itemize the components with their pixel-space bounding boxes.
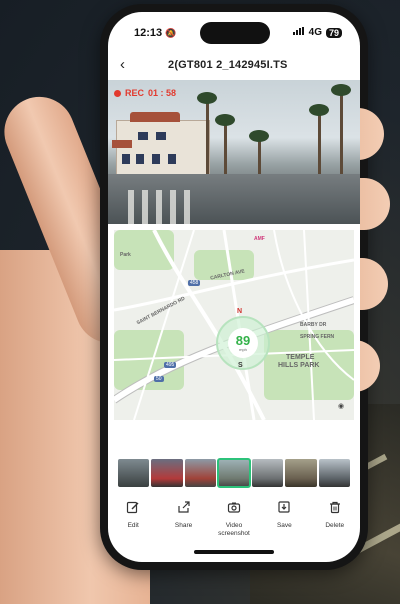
chevron-left-icon[interactable]: ‹ <box>120 56 125 73</box>
save-label: Save <box>276 522 292 529</box>
speed-value: 89 <box>235 332 251 348</box>
speed-indicator: 89 mph <box>216 316 270 370</box>
map-label: TEMPLE <box>286 354 315 361</box>
locate-icon[interactable]: ◉ <box>338 402 344 410</box>
edit-label: Edit <box>127 522 139 529</box>
palm-top <box>197 92 217 104</box>
crosswalk <box>128 190 134 224</box>
crosswalk <box>156 190 162 224</box>
rec-time: 01 : 58 <box>148 88 177 98</box>
edit-button[interactable]: Edit <box>110 500 156 544</box>
status-time: 12:13 🔕 <box>134 27 176 39</box>
map-view[interactable]: Park CARLTON AVE SAINT BERNARDO RD BARBY… <box>114 230 354 420</box>
highway-shield: 458 <box>188 280 201 286</box>
speed-unit: mph <box>239 346 247 352</box>
palm-trunk <box>206 98 209 178</box>
delete-button[interactable]: Delete <box>312 500 358 544</box>
bell-muted-icon: 🔕 <box>165 28 177 38</box>
map-label: HILLS PARK <box>278 362 320 369</box>
map-label: AMF <box>254 236 265 242</box>
thumbnail[interactable] <box>118 459 150 487</box>
share-icon <box>177 500 191 519</box>
palm-top <box>309 104 329 116</box>
share-button[interactable]: Share <box>161 500 207 544</box>
rec-indicator: REC 01 : 58 <box>114 88 176 98</box>
map-label: Park <box>120 252 131 258</box>
thumbnail[interactable] <box>318 459 350 487</box>
nav-bar: ‹ 2(GT801 2_142945I.TS <box>108 54 360 78</box>
window <box>156 132 166 140</box>
network-label: 4G <box>308 27 322 38</box>
thumbnail-strip <box>118 458 350 489</box>
thumbnail[interactable] <box>285 459 317 487</box>
window <box>122 154 130 164</box>
roof <box>130 112 180 122</box>
camera-icon <box>227 500 241 519</box>
palm-top <box>249 130 269 142</box>
map-label: SPRING FERN <box>300 334 335 340</box>
battery-icon: 79 <box>325 27 342 38</box>
window <box>138 132 148 140</box>
phone-screen: 12:13 🔕 4G 79 ‹ 2(GT801 2_142945I.TS REC… <box>108 12 360 562</box>
palm-top <box>215 114 235 126</box>
window <box>136 154 144 164</box>
speed-inner: 89 mph <box>228 328 258 358</box>
palm-trunk <box>340 88 343 180</box>
crosswalk <box>142 190 148 224</box>
signal-icon <box>292 27 305 38</box>
status-time-text: 12:13 <box>134 27 163 39</box>
page-title: 2(GT801 2_142945I.TS <box>168 59 288 71</box>
crosswalk <box>170 190 176 224</box>
video-player[interactable]: REC 01 : 58 <box>108 80 360 224</box>
save-button[interactable]: Save <box>261 500 307 544</box>
thumbnail-selected[interactable] <box>217 458 251 488</box>
palm-trunk <box>224 120 227 180</box>
compass-south: S <box>238 362 243 369</box>
thumbnail[interactable] <box>184 459 217 487</box>
highway-shield: 495 <box>164 362 177 368</box>
rec-dot-icon <box>114 89 121 97</box>
palm-trunk <box>318 110 321 180</box>
roof <box>112 140 132 148</box>
highway-shield: 50 <box>154 376 164 382</box>
dynamic-island <box>200 22 270 44</box>
delete-label: Delete <box>325 522 345 529</box>
video-screenshot-label: Video screenshot <box>218 522 250 537</box>
video-screenshot-button[interactable]: Video screenshot <box>211 500 257 544</box>
thumbnail[interactable] <box>151 459 183 487</box>
edit-icon <box>126 500 140 519</box>
status-right: 4G 79 <box>292 27 342 38</box>
window <box>168 154 176 164</box>
map-label: BARBY DR <box>300 322 327 328</box>
window <box>152 154 160 164</box>
share-label: Share <box>174 522 193 529</box>
compass-north: N <box>237 308 243 315</box>
thumbnail[interactable] <box>251 459 284 487</box>
trash-icon <box>328 500 342 519</box>
palm-top <box>331 84 351 96</box>
action-toolbar: Edit Share Video screenshot Save Delete <box>108 500 360 544</box>
crosswalk <box>184 190 190 224</box>
home-indicator <box>194 550 274 554</box>
save-icon <box>277 500 291 519</box>
rec-label: REC <box>125 88 145 98</box>
